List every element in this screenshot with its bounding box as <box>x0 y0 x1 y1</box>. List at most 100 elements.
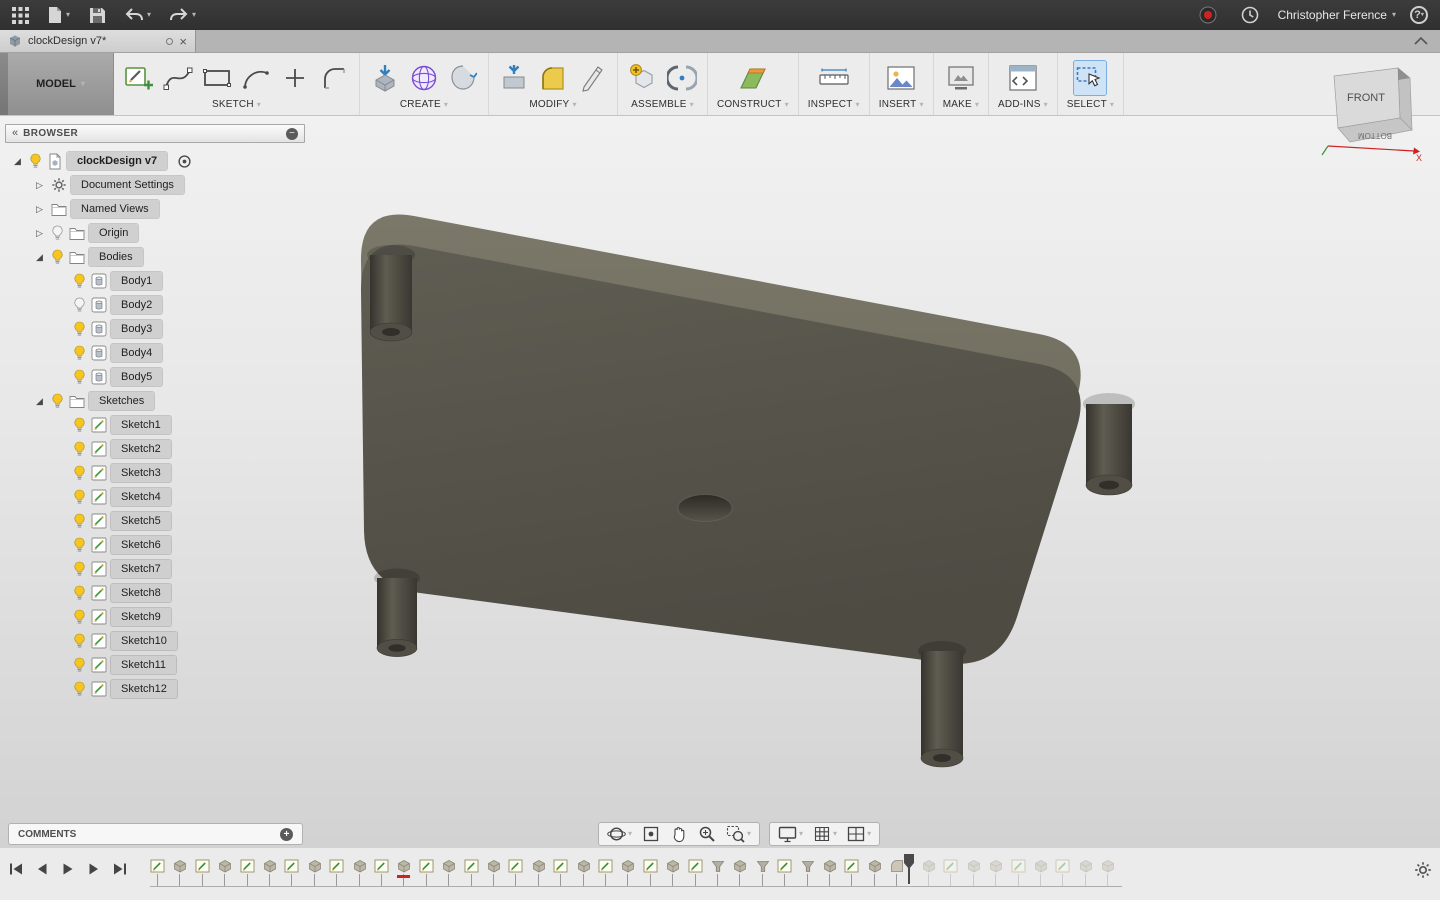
timeline-feature-sketch[interactable] <box>598 858 614 886</box>
form-icon[interactable] <box>408 61 440 95</box>
app-grid-icon[interactable] <box>6 0 34 30</box>
timeline-feature-extrude[interactable] <box>665 858 681 886</box>
timeline-feature-extrude[interactable] <box>966 858 982 886</box>
visibility-bulb-icon[interactable] <box>72 417 86 434</box>
timeline-track[interactable] <box>150 886 1122 887</box>
ribbon-menu-sketch[interactable]: SKETCH ▾ <box>212 97 261 110</box>
tree-item-label[interactable]: Body1 <box>111 272 163 290</box>
visibility-bulb-icon[interactable] <box>72 513 86 530</box>
timeline-feature-hole[interactable] <box>710 858 726 886</box>
redo-icon[interactable]: ▾ <box>164 0 201 30</box>
timeline-feature-sketch[interactable] <box>1011 858 1027 886</box>
ribbon-menu-assemble[interactable]: ASSEMBLE ▾ <box>631 97 694 110</box>
timeline-feature-sketch[interactable] <box>688 858 704 886</box>
visibility-bulb-icon[interactable] <box>28 153 42 170</box>
tree-item-label[interactable]: Sketch9 <box>111 608 171 626</box>
tree-item-label[interactable]: Body4 <box>111 344 163 362</box>
tree-item-label[interactable]: Sketch3 <box>111 464 171 482</box>
rectangle-icon[interactable] <box>201 61 233 95</box>
addins-icon[interactable] <box>1007 61 1039 95</box>
visibility-bulb-icon[interactable] <box>50 225 64 242</box>
timeline-feature-hole[interactable] <box>800 858 816 886</box>
timeline-feature-sketch[interactable] <box>777 858 793 886</box>
timeline-feature-sketch[interactable] <box>943 858 959 886</box>
ribbon-menu-inspect[interactable]: INSPECT ▾ <box>808 97 860 110</box>
ribbon-menu-add-ins[interactable]: ADD-INS ▾ <box>998 97 1048 110</box>
timeline-feature-sketch[interactable] <box>150 858 166 886</box>
go-to-end-icon[interactable] <box>110 859 130 879</box>
tree-item-label[interactable]: Body3 <box>111 320 163 338</box>
collapse-node-icon[interactable]: ◢ <box>11 156 24 167</box>
help-icon[interactable]: ? ▾ <box>1410 6 1428 24</box>
browser-collapse-icon[interactable]: « <box>12 128 18 139</box>
timeline-feature-extrude[interactable] <box>531 858 547 886</box>
timeline-feature-extrude[interactable] <box>396 858 412 886</box>
tree-item-label[interactable]: Sketch2 <box>111 440 171 458</box>
timeline-feature-sketch[interactable] <box>195 858 211 886</box>
select-icon[interactable] <box>1073 59 1108 96</box>
ribbon-menu-modify[interactable]: MODIFY ▾ <box>529 97 576 110</box>
visibility-bulb-icon[interactable] <box>50 393 64 410</box>
ribbon-menu-insert[interactable]: INSERT ▾ <box>879 97 924 110</box>
view-cube[interactable]: FRONT BOTTOM X <box>1312 58 1422 163</box>
extrude-icon[interactable] <box>369 61 401 95</box>
timeline-feature-hole[interactable] <box>755 858 771 886</box>
display-settings-icon[interactable]: ▾ <box>773 823 808 845</box>
tree-item-label[interactable]: Sketch8 <box>111 584 171 602</box>
tree-item-label[interactable]: Sketch4 <box>111 488 171 506</box>
visibility-bulb-icon[interactable] <box>72 681 86 698</box>
make-icon[interactable] <box>945 61 977 95</box>
ribbon-menu-make[interactable]: MAKE ▾ <box>943 97 979 110</box>
collapse-node-icon[interactable]: ◢ <box>33 252 46 263</box>
tree-item-label[interactable]: Sketch12 <box>111 680 177 698</box>
visibility-bulb-icon[interactable] <box>72 369 86 386</box>
timeline-feature-extrude[interactable] <box>732 858 748 886</box>
pan-icon[interactable] <box>665 823 693 845</box>
press-pull-icon[interactable] <box>498 61 530 95</box>
expand-node-icon[interactable]: ▷ <box>33 228 46 239</box>
tab-close-icon[interactable]: × <box>179 35 187 48</box>
collapse-toolbar-icon[interactable] <box>1402 30 1440 52</box>
timeline-feature-extrude[interactable] <box>172 858 188 886</box>
timeline-feature-extrude[interactable] <box>1078 858 1094 886</box>
timeline-feature-extrude[interactable] <box>921 858 937 886</box>
add-comment-icon[interactable]: + <box>280 827 293 841</box>
play-icon[interactable] <box>58 859 78 879</box>
tree-item-label[interactable]: Sketch11 <box>111 656 177 674</box>
tree-item-label[interactable]: Sketch5 <box>111 512 171 530</box>
tree-item-label[interactable]: Sketch7 <box>111 560 171 578</box>
tree-item-label[interactable]: Bodies <box>89 248 143 266</box>
point-icon[interactable] <box>279 61 311 95</box>
tree-item-label[interactable]: Origin <box>89 224 139 242</box>
tree-item-label[interactable]: Body5 <box>111 368 163 386</box>
construct-plane-icon[interactable] <box>737 61 769 95</box>
step-forward-icon[interactable] <box>84 859 104 879</box>
ribbon-menu-construct[interactable]: CONSTRUCT ▾ <box>717 97 789 110</box>
clock-icon[interactable] <box>1236 0 1264 30</box>
file-menu-icon[interactable]: ▾ <box>42 0 75 30</box>
viewports-icon[interactable]: ▾ <box>842 823 876 845</box>
visibility-bulb-icon[interactable] <box>72 297 86 314</box>
visibility-bulb-icon[interactable] <box>72 465 86 482</box>
fillet-sk-icon[interactable] <box>318 61 350 95</box>
timeline-feature-extrude[interactable] <box>867 858 883 886</box>
visibility-bulb-icon[interactable] <box>72 321 86 338</box>
timeline-feature-sketch[interactable] <box>374 858 390 886</box>
go-to-start-icon[interactable] <box>6 859 26 879</box>
modify-edit-icon[interactable] <box>576 61 608 95</box>
measure-icon[interactable] <box>818 61 850 95</box>
timeline-feature-sketch[interactable] <box>1055 858 1071 886</box>
timeline-feature-sketch[interactable] <box>643 858 659 886</box>
grid-display-icon[interactable]: ▾ <box>808 823 842 845</box>
timeline-feature-sketch[interactable] <box>329 858 345 886</box>
visibility-bulb-icon[interactable] <box>72 561 86 578</box>
zoom-icon[interactable] <box>693 823 721 845</box>
tree-item-label[interactable]: Sketches <box>89 392 155 410</box>
undo-icon[interactable]: ▾ <box>119 0 156 30</box>
arc-icon[interactable] <box>240 61 272 95</box>
timeline-feature-extrude[interactable] <box>1100 858 1116 886</box>
visibility-bulb-icon[interactable] <box>72 537 86 554</box>
ribbon-menu-create[interactable]: CREATE ▾ <box>400 97 448 110</box>
timeline-feature-sketch[interactable] <box>508 858 524 886</box>
visibility-bulb-icon[interactable] <box>72 633 86 650</box>
